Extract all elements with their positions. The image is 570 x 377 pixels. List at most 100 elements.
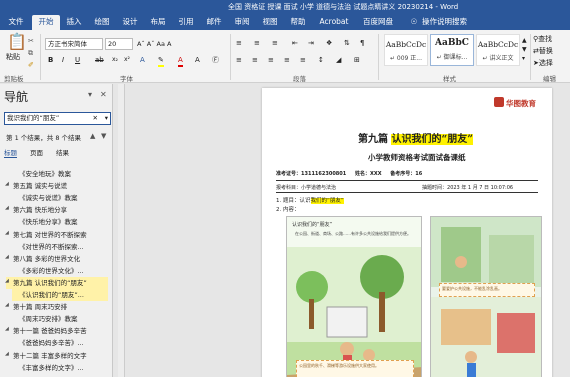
heading-item[interactable]: 第十一篇 爸爸妈妈多辛苦	[6, 325, 108, 337]
title-bar: 全国 资格证 授课 面试 小学 道德与法治 试题点睛讲义 20230214 - …	[0, 0, 570, 13]
heading-item[interactable]: 《诚实与说谎》教案	[12, 192, 108, 204]
heading-item[interactable]: 第六篇 快乐地分享	[6, 204, 108, 216]
paste-icon[interactable]: 📋	[7, 34, 27, 50]
cut-icon[interactable]: ✂	[28, 36, 34, 46]
show-marks-icon[interactable]: ¶	[360, 38, 364, 48]
tell-me-search[interactable]: 操作说明搜索	[422, 15, 492, 30]
heading-item[interactable]: 第九篇 认识我们的“朋友”	[6, 276, 108, 289]
chinese-layout-icon[interactable]: ❖	[326, 38, 332, 48]
heading-item[interactable]: 《对世界的不断探索...	[12, 241, 108, 253]
shading-icon[interactable]: ◢	[336, 55, 341, 65]
tab-headings[interactable]: 标题	[4, 147, 17, 158]
nav-options-icon[interactable]: ▾	[88, 90, 92, 99]
copy-icon[interactable]: ⧉	[28, 48, 33, 58]
align-center-icon[interactable]: ≡	[252, 55, 258, 65]
superscript-button[interactable]: x²	[124, 55, 130, 65]
next-result-icon[interactable]: ▼	[101, 132, 106, 140]
street-scene-image	[431, 217, 541, 377]
tab-draw[interactable]: 绘图	[90, 15, 114, 30]
close-icon[interactable]: ✕	[100, 90, 107, 99]
increase-indent-icon[interactable]: ⇥	[308, 38, 314, 48]
highlight-color-icon[interactable]: ✎	[158, 55, 164, 67]
collapse-arrow-icon[interactable]: ◢	[5, 254, 9, 260]
line-spacing-icon[interactable]: ↕	[318, 55, 324, 65]
heading-item[interactable]: 《快乐地分享》教案	[12, 216, 108, 228]
char-shading-icon[interactable]: A	[195, 55, 200, 65]
collapse-arrow-icon[interactable]: ◢	[5, 302, 9, 308]
collapse-arrow-icon[interactable]: ◢	[5, 278, 9, 284]
multilevel-list-icon[interactable]: ≡	[272, 38, 278, 48]
paragraph-group-label: 段落	[293, 75, 306, 83]
align-left-icon[interactable]: ≡	[236, 55, 242, 65]
font-size-buttons[interactable]: Aˆ Aˇ Aa A	[137, 39, 171, 49]
tab-design[interactable]: 设计	[118, 15, 142, 30]
paste-button[interactable]: 粘贴	[6, 52, 20, 62]
bold-button[interactable]: B	[48, 55, 53, 65]
tab-home[interactable]: 开始	[32, 15, 60, 30]
collapse-arrow-icon[interactable]: ◢	[5, 181, 9, 187]
tab-baidu-netdisk[interactable]: 百度网盘	[358, 15, 398, 30]
heading-item[interactable]: 第七篇 对世界的不断探索	[6, 229, 108, 241]
sort-icon[interactable]: ⇅	[344, 38, 350, 48]
heading-item[interactable]: 《安全地玩》教案	[12, 168, 108, 180]
justify-icon[interactable]: ≡	[284, 55, 290, 65]
subscript-button[interactable]: x₂	[112, 55, 118, 65]
text-effects-icon[interactable]: A	[140, 55, 145, 65]
style-jiangyi-body[interactable]: AaBbCcDc ↵ 讲义正文	[476, 34, 520, 66]
heading-item[interactable]: 《爸爸妈妈多辛苦》...	[12, 337, 108, 349]
font-color-icon[interactable]: A	[178, 55, 183, 67]
strikethrough-button[interactable]: ab	[95, 55, 104, 65]
heading-item[interactable]: 《认识我们的“朋友”...	[12, 289, 108, 301]
find-button[interactable]: ⚲查找	[533, 34, 552, 44]
tab-help[interactable]: 帮助	[286, 15, 310, 30]
heading-item[interactable]: 第十二篇 丰富多样的文字	[6, 350, 108, 362]
exam-no-label: 准考证号：	[276, 171, 302, 177]
collapse-arrow-icon[interactable]: ◢	[5, 351, 9, 357]
tab-acrobat[interactable]: Acrobat	[314, 15, 354, 30]
font-size-select[interactable]: 20	[105, 38, 133, 50]
decrease-indent-icon[interactable]: ⇤	[292, 38, 298, 48]
lightbulb-icon[interactable]: ☉	[408, 15, 420, 30]
style-009[interactable]: AaBbCcDc ↵ 009 正...	[384, 34, 428, 66]
heading-item[interactable]: 第五篇 诚实与说谎	[6, 180, 108, 192]
distributed-icon[interactable]: ≡	[300, 55, 306, 65]
tab-pages[interactable]: 页面	[30, 147, 43, 157]
heading-item[interactable]: 《多彩的世界文化》...	[12, 265, 108, 277]
search-options-icon[interactable]: ▾	[105, 113, 108, 124]
tab-results[interactable]: 结果	[56, 147, 69, 157]
replace-button[interactable]: ⇄替换	[533, 46, 553, 56]
heading-item[interactable]: 《周末巧安排》教案	[12, 313, 108, 325]
italic-button[interactable]: I	[62, 55, 64, 65]
tab-insert[interactable]: 插入	[62, 15, 86, 30]
enclose-chars-icon[interactable]: Ⓕ	[212, 55, 219, 65]
select-label: 选择	[538, 59, 553, 67]
collapse-arrow-icon[interactable]: ◢	[5, 326, 9, 332]
heading-item[interactable]: 《丰富多样的文字》...	[12, 362, 108, 374]
logo: 华图教育	[506, 99, 536, 108]
tab-references[interactable]: 引用	[174, 15, 198, 30]
style-yukebiao[interactable]: AaBbC ↵ 御课标...	[430, 34, 474, 66]
format-painter-icon[interactable]: ✐	[28, 60, 34, 70]
styles-scroll-icon[interactable]: ▲ ▼ ▾	[522, 36, 527, 63]
collapse-arrow-icon[interactable]: ◢	[5, 205, 9, 211]
heading-item[interactable]: 第十篇 周末巧安排	[6, 301, 108, 313]
tab-review[interactable]: 审阅	[230, 15, 254, 30]
underline-button[interactable]: U	[75, 55, 80, 65]
prev-result-icon[interactable]: ▲	[90, 132, 95, 140]
bullets-icon[interactable]: ≡	[236, 38, 242, 48]
numbering-icon[interactable]: ≡	[254, 38, 260, 48]
time-label: 抽题时间：	[422, 185, 448, 191]
align-right-icon[interactable]: ≡	[268, 55, 274, 65]
tab-layout[interactable]: 布局	[146, 15, 170, 30]
font-name-select[interactable]: 方正书宋简体	[45, 38, 103, 50]
select-button[interactable]: ➤选择	[533, 58, 553, 68]
heading-item[interactable]: 第八篇 多彩的世界文化	[6, 253, 108, 265]
tab-view[interactable]: 视图	[258, 15, 282, 30]
nav-search-value: 我识我们的“朋友”	[7, 114, 60, 122]
tab-mailings[interactable]: 邮件	[202, 15, 226, 30]
clear-search-icon[interactable]: ✕	[93, 113, 98, 124]
borders-icon[interactable]: ⊞	[354, 55, 360, 65]
nav-search-input[interactable]: 我识我们的“朋友” ✕ ▾	[4, 112, 111, 125]
tab-file[interactable]: 文件	[2, 15, 30, 30]
collapse-arrow-icon[interactable]: ◢	[5, 230, 9, 236]
